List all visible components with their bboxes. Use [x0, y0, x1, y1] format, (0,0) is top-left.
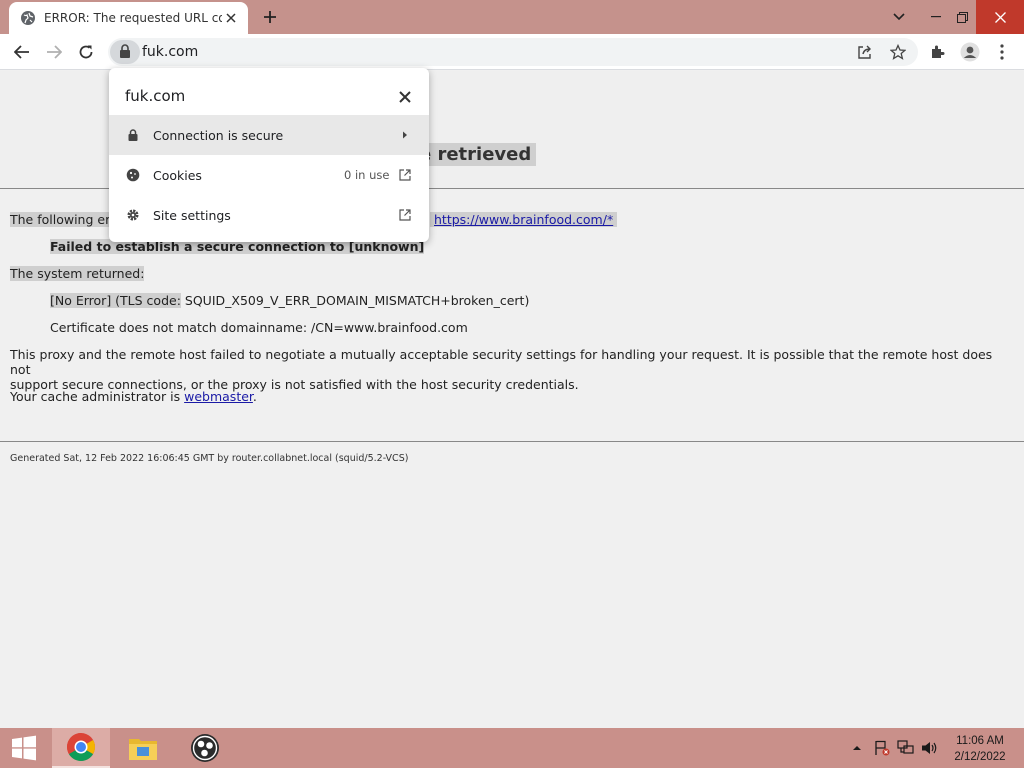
clock-time: 11:06 AM [956, 735, 1004, 747]
url-text[interactable]: fuk.com [142, 44, 198, 60]
close-icon[interactable] [222, 9, 240, 27]
reload-button[interactable] [72, 38, 100, 66]
lock-icon [124, 126, 142, 144]
footer-text: Generated Sat, 12 Feb 2022 16:06:45 GMT … [10, 453, 409, 464]
network-icon[interactable] [896, 738, 916, 758]
system-clock[interactable]: 11:06 AM 2/12/2022 [944, 733, 1016, 765]
chevron-up-icon[interactable] [847, 738, 867, 758]
footer-divider [0, 441, 1024, 442]
page-title: e retrieved [414, 143, 537, 166]
obs-icon[interactable] [176, 728, 234, 768]
admin-line: Your cache administrator is webmaster. [10, 389, 257, 404]
address-bar[interactable]: fuk.com [108, 38, 918, 66]
cookies-count: 0 in use [344, 168, 390, 182]
webmaster-link[interactable]: webmaster [184, 389, 253, 404]
lock-icon [119, 43, 131, 62]
extensions-icon[interactable] [924, 38, 952, 66]
tls-code-line: [No Error] (TLS code: SQUID_X509_V_ERR_D… [50, 293, 530, 308]
profile-avatar[interactable] [956, 38, 984, 66]
new-tab-button[interactable] [259, 6, 281, 28]
site-info-button[interactable] [110, 40, 140, 64]
request-url-link[interactable]: https://www.brainfood.com/* [434, 212, 613, 227]
popup-host: fuk.com [125, 87, 186, 105]
close-icon[interactable] [394, 86, 416, 108]
tab-search-button[interactable] [882, 0, 916, 34]
menu-kebab-icon[interactable] [988, 38, 1016, 66]
system-returned-label: The system returned: [10, 266, 145, 281]
restore-button[interactable] [945, 0, 979, 34]
forward-button[interactable] [40, 38, 68, 66]
cookies-row[interactable]: Cookies 0 in use [109, 155, 429, 195]
site-settings-row[interactable]: Site settings [109, 195, 429, 235]
tab-title: ERROR: The requested URL could not be re… [44, 11, 222, 25]
chevron-right-icon [396, 126, 414, 144]
share-icon[interactable] [855, 42, 875, 62]
star-icon[interactable] [888, 42, 908, 62]
windows-start-icon[interactable] [0, 728, 48, 768]
browser-toolbar: fuk.com [0, 34, 1024, 70]
volume-icon[interactable] [920, 738, 940, 758]
connection-secure-row[interactable]: Connection is secure [109, 115, 429, 155]
tab-strip: ERROR: The requested URL could not be re… [0, 0, 1024, 34]
taskbar: 11:06 AM 2/12/2022 [0, 728, 1024, 768]
back-button[interactable] [8, 38, 36, 66]
request-url-wrap: https://www.brainfood.com/* [430, 212, 618, 227]
open-external-icon[interactable] [396, 206, 414, 224]
chrome-icon[interactable] [52, 728, 110, 768]
following-error-text: The following er [10, 212, 111, 227]
cookie-icon [124, 166, 142, 184]
file-explorer-icon[interactable] [114, 728, 172, 768]
window-close-button[interactable] [976, 0, 1024, 34]
error-description: This proxy and the remote host failed to… [10, 347, 993, 392]
open-external-icon[interactable] [396, 166, 414, 184]
clock-date: 2/12/2022 [954, 751, 1006, 763]
gear-icon [124, 206, 142, 224]
globe-icon [20, 10, 36, 26]
browser-tab[interactable]: ERROR: The requested URL could not be re… [9, 2, 248, 34]
action-center-flag-icon[interactable] [872, 738, 892, 758]
site-info-popup: fuk.com Connection is secure Cookies 0 i… [109, 68, 429, 242]
certificate-line: Certificate does not match domainname: /… [50, 320, 468, 335]
